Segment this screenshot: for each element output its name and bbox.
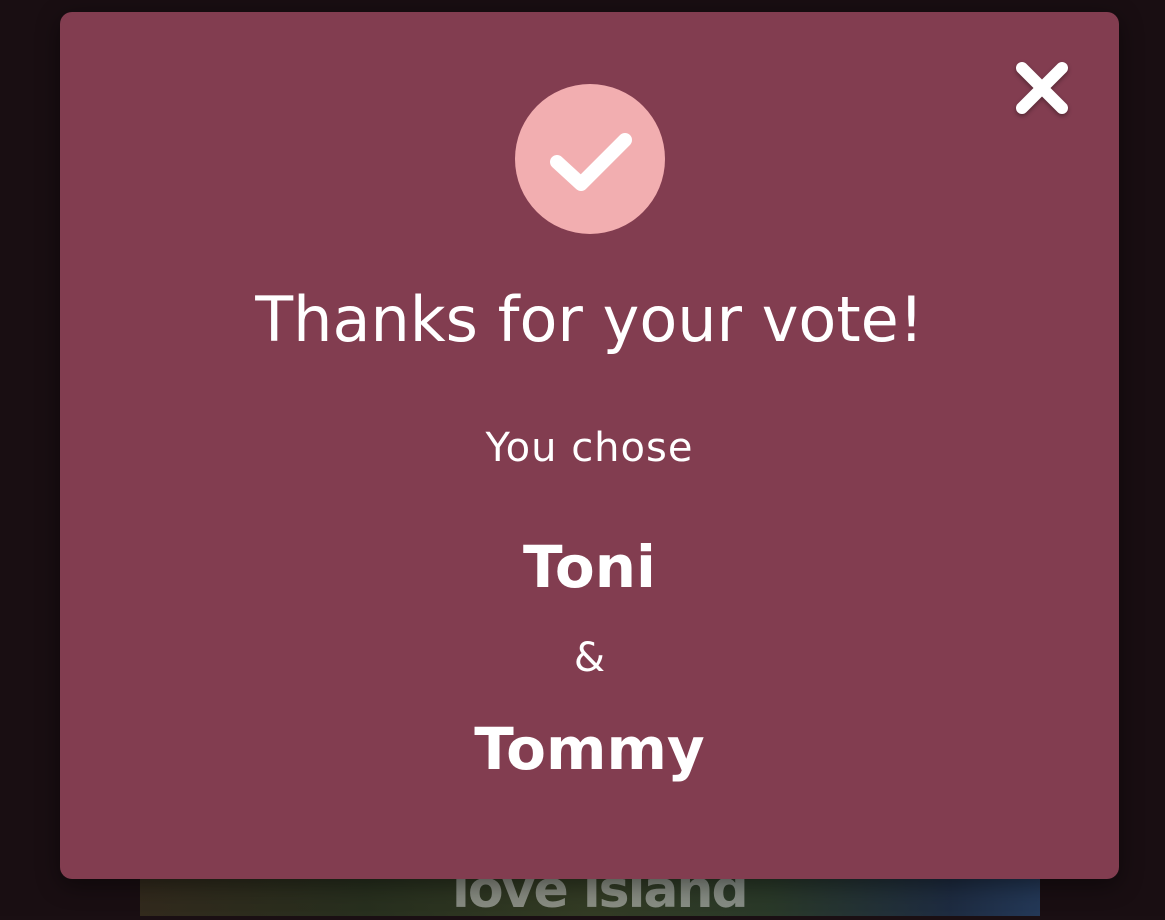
chosen-contestant-2: Tommy	[474, 715, 705, 783]
modal-subtitle: You chose	[485, 425, 694, 471]
success-badge	[515, 84, 665, 234]
chosen-contestant-1: Toni	[523, 533, 656, 601]
vote-confirmation-modal: Thanks for your vote! You chose Toni & T…	[60, 12, 1119, 879]
check-icon	[550, 133, 632, 191]
choice-separator: &	[573, 635, 606, 681]
modal-title: Thanks for your vote!	[255, 283, 924, 356]
close-button[interactable]	[1010, 56, 1074, 120]
close-icon[interactable]	[1010, 56, 1074, 120]
